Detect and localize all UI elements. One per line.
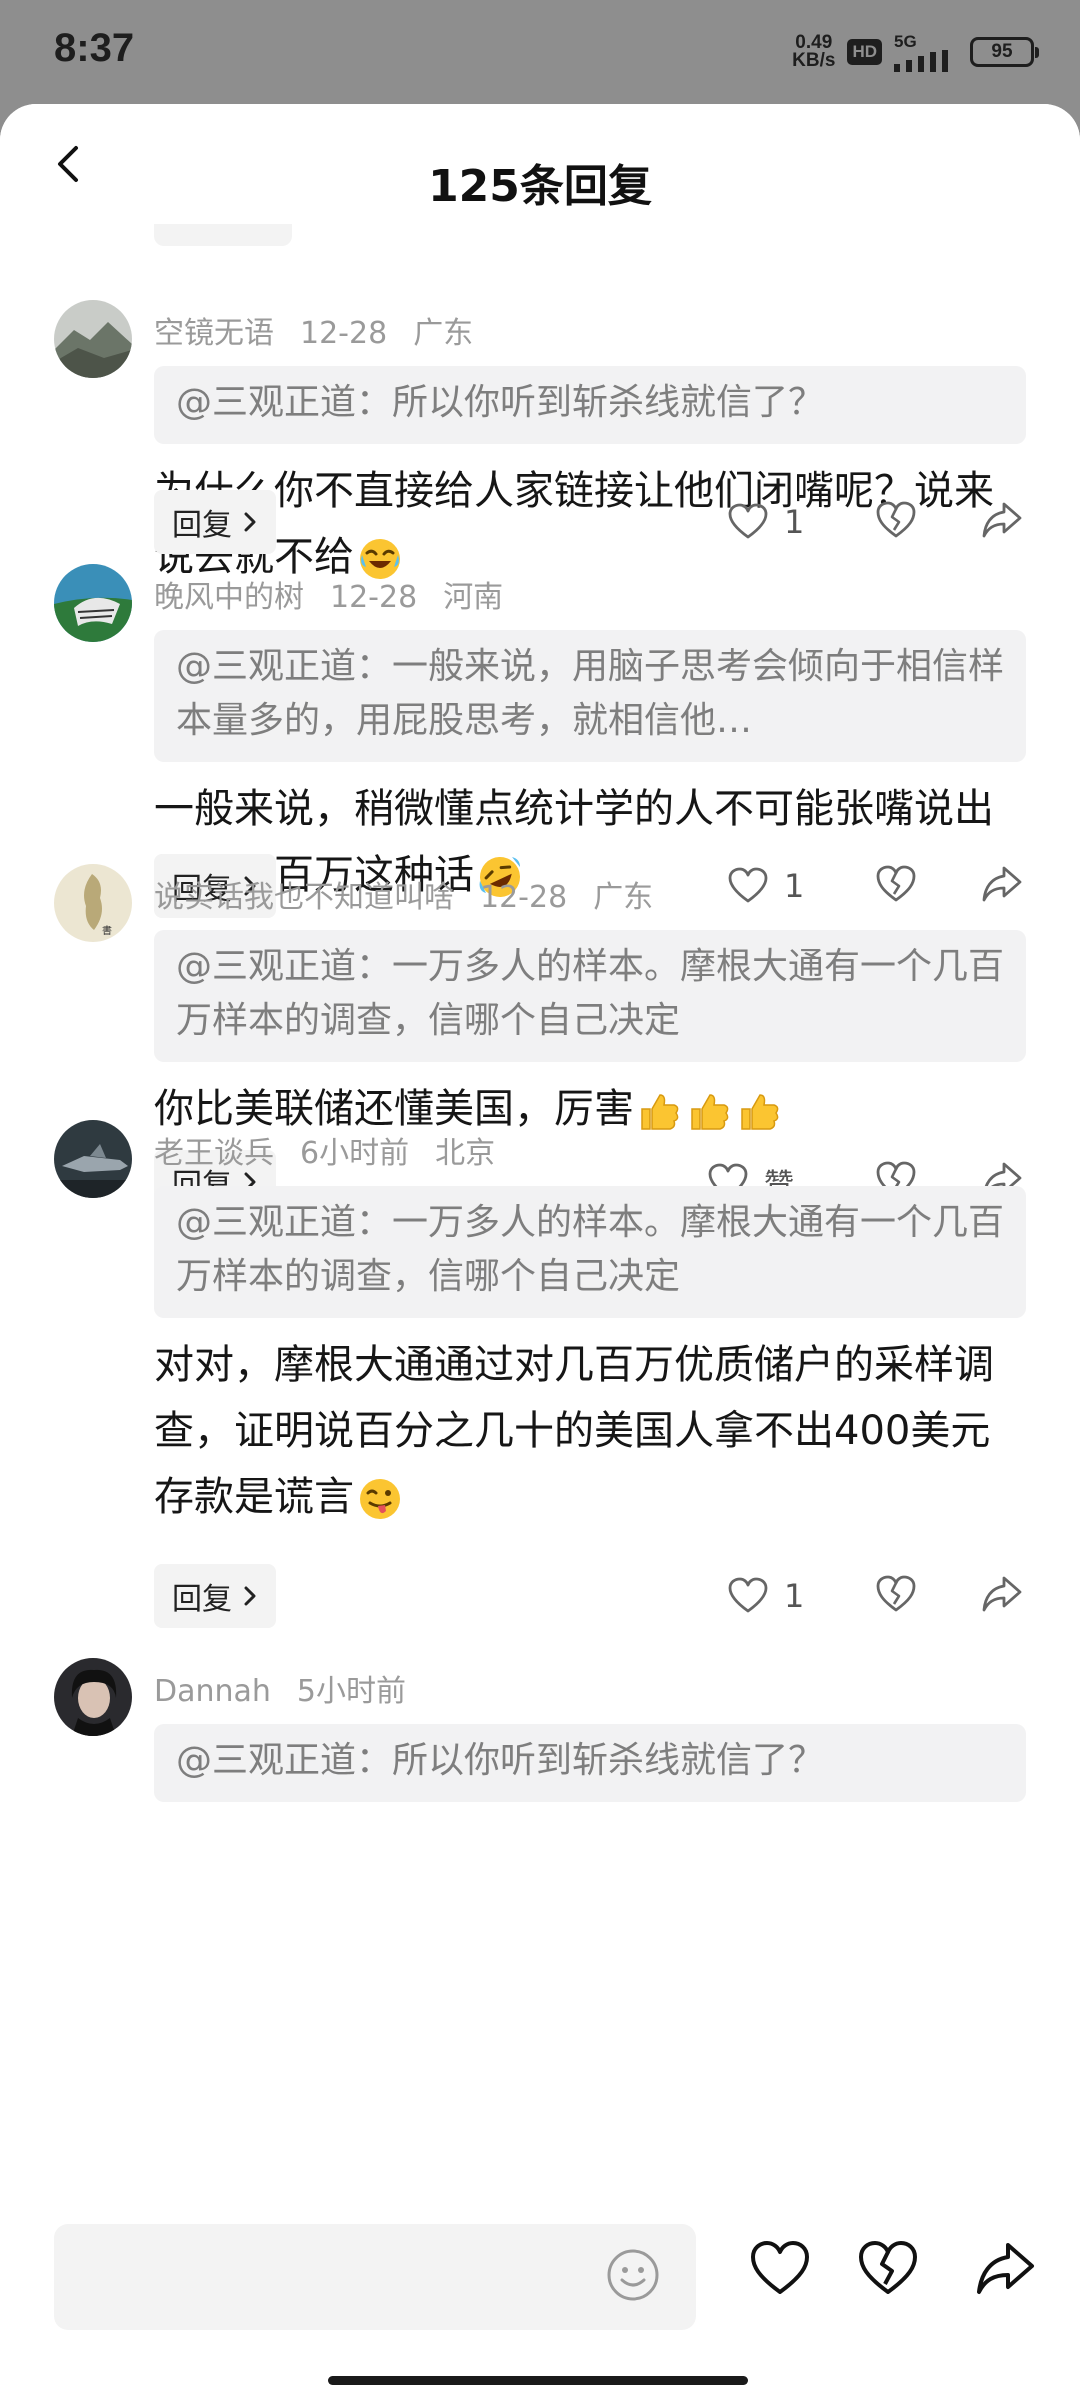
avatar[interactable] <box>54 564 132 642</box>
like-count: 1 <box>784 503 805 541</box>
page-title: 125条回复 <box>428 161 652 212</box>
share-arrow-icon[interactable] <box>980 500 1024 540</box>
like-count: 1 <box>784 1577 805 1615</box>
like-button[interactable]: 1 <box>728 1564 804 1628</box>
avatar-image: 書 <box>54 864 132 942</box>
like-button[interactable]: 1 <box>728 490 804 554</box>
heart-icon <box>728 1577 768 1613</box>
avatar[interactable] <box>54 1658 132 1736</box>
quoted-comment[interactable]: @三观正道：所以你听到斩杀线就信了？ <box>154 1724 1026 1802</box>
replies-sheet: 125条回复 空镜无语 12-28 广东 @三观正道：所以你听到斩杀线就信了？ 为什… <box>0 104 1080 2400</box>
comment-text-content: 对对，摩根大通通过对几百万优质储户的采样调查，证明说百分之几十的美国人拿不出40… <box>154 1342 994 1520</box>
broken-heart-icon[interactable] <box>876 500 916 540</box>
avatar-image <box>54 1120 132 1198</box>
broken-heart-icon[interactable] <box>876 1574 916 1614</box>
quoted-comment[interactable]: @三观正道：一万多人的样本。摩根大通有一个几百万样本的调查，信哪个自己决定 <box>154 930 1026 1062</box>
username[interactable]: 说实话我也不知道叫啥 <box>154 880 454 915</box>
status-icons: 0.49 KB/s HD 5G 95 <box>792 30 1039 74</box>
comment-text: 对对，摩根大通通过对几百万优质储户的采样调查，证明说百分之几十的美国人拿不出40… <box>154 1332 1026 1530</box>
comment-location: 广东 <box>593 880 654 915</box>
share-arrow-icon[interactable] <box>980 864 1024 904</box>
winking-tongue-emoji-icon <box>360 1479 400 1519</box>
reply-button[interactable]: 回复 <box>154 490 276 554</box>
comment-date: 12-28 <box>300 316 388 351</box>
comment-location: 北京 <box>435 1136 496 1171</box>
comment-location: 河南 <box>443 580 504 615</box>
heart-icon[interactable] <box>750 2240 810 2296</box>
reply-label: 回复 <box>172 508 232 543</box>
thumbs-up-emoji-icon <box>641 1094 779 1130</box>
avatar[interactable] <box>54 300 132 378</box>
chevron-right-icon <box>244 1586 256 1606</box>
comment-meta: 说实话我也不知道叫啥 12-28 广东 <box>154 872 679 916</box>
quoted-comment[interactable]: @三观正道：一般来说，用脑子思考会倾向于相信样本量多的，用屁股思考，就相信他… <box>154 630 1026 762</box>
network-type: 5G <box>894 31 917 51</box>
avatar-image <box>54 300 132 378</box>
comment-date: 5小时前 <box>296 1674 407 1709</box>
comment-date: 12-28 <box>330 580 418 615</box>
username[interactable]: 老王谈兵 <box>154 1136 274 1171</box>
quoted-comment[interactable]: @三观正道：所以你听到斩杀线就信了？ <box>154 366 1026 444</box>
like-button[interactable]: 1 <box>728 854 804 918</box>
svg-text:書: 書 <box>102 924 112 937</box>
comment-meta: 老王谈兵 6小时前 北京 <box>154 1128 521 1172</box>
avatar-image <box>54 1658 132 1736</box>
signal-bars-icon <box>894 49 948 72</box>
username[interactable]: 空镜无语 <box>154 316 274 351</box>
username[interactable]: 晚风中的树 <box>154 580 304 615</box>
status-bar: 8:37 0.49 KB/s HD 5G 95 <box>0 0 1080 104</box>
comment-input[interactable] <box>54 2224 696 2330</box>
share-arrow-icon[interactable] <box>974 2240 1036 2296</box>
heart-icon <box>728 867 768 903</box>
comment-meta: 晚风中的树 12-28 河南 <box>154 572 529 616</box>
comment-actions: 回复 1 <box>154 490 1026 554</box>
reply-button[interactable]: 回复 <box>154 1564 276 1628</box>
bottom-action-bar <box>0 2214 1080 2400</box>
network-speed-unit: KB/s <box>792 50 836 71</box>
heart-icon <box>728 503 768 539</box>
quoted-comment[interactable]: @三观正道：一万多人的样本。摩根大通有一个几百万样本的调查，信哪个自己决定 <box>154 1186 1026 1318</box>
comment-text-content: 你比美联储还懂美国，厉害 <box>154 1086 634 1132</box>
chevron-right-icon <box>244 512 256 532</box>
signal-icon: 5G <box>894 33 952 72</box>
comment-date: 6小时前 <box>300 1136 410 1171</box>
hd-badge: HD <box>847 39 882 65</box>
home-indicator[interactable] <box>328 2376 748 2385</box>
comment-location: 广东 <box>413 316 474 351</box>
comment-date: 12-28 <box>480 880 568 915</box>
like-count: 1 <box>784 867 805 905</box>
avatar[interactable]: 書 <box>54 864 132 942</box>
reply-label: 回复 <box>172 1582 232 1617</box>
battery-level: 95 <box>991 41 1013 62</box>
comment-actions: 回复 1 <box>154 1564 1026 1628</box>
comment-meta: Dannah 5小时前 <box>154 1666 432 1710</box>
battery-icon: 95 <box>970 37 1039 67</box>
status-time: 8:37 <box>54 26 135 70</box>
share-arrow-icon[interactable] <box>980 1574 1024 1614</box>
smiley-icon[interactable] <box>606 2248 660 2302</box>
avatar[interactable] <box>54 1120 132 1198</box>
network-speed: 0.49 KB/s <box>792 33 836 71</box>
broken-heart-icon[interactable] <box>876 864 916 904</box>
avatar-image <box>54 564 132 642</box>
comment-meta: 空镜无语 12-28 广东 <box>154 308 499 352</box>
broken-heart-icon[interactable] <box>858 2240 918 2296</box>
username[interactable]: Dannah <box>154 1674 271 1709</box>
sheet-header: 125条回复 <box>0 104 1080 224</box>
